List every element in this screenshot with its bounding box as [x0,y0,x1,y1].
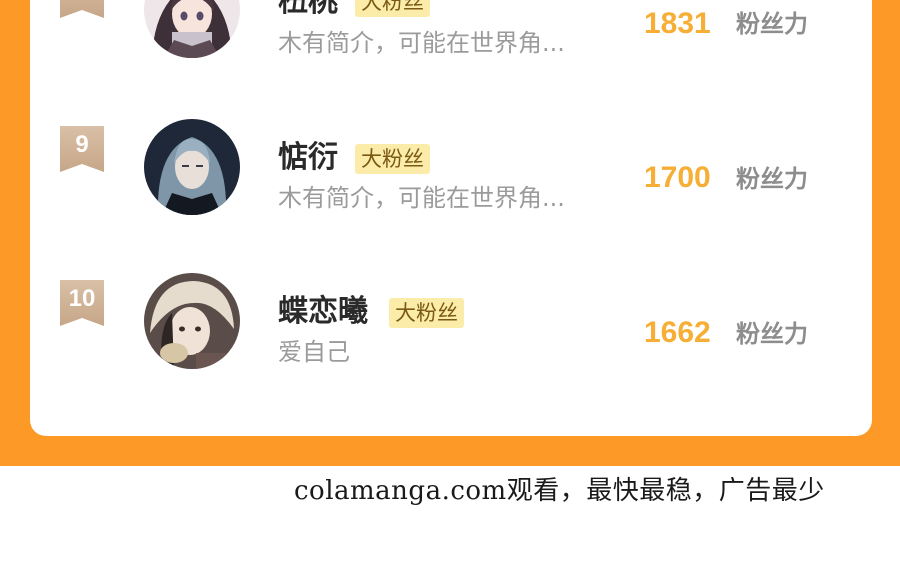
user-name[interactable]: 杻桃 [278,0,338,20]
fan-power-unit: 粉丝力 [736,320,808,348]
site-watermark: colamanga.com观看，最快最稳，广告最少 [294,476,825,506]
user-name[interactable]: 惦衍 [278,140,338,176]
fan-level-badge: 大粉丝 [355,144,430,174]
user-name[interactable]: 蝶恋曦 [278,294,368,330]
rank-number: 10 [68,285,96,312]
ranking-row[interactable]: 8 杻桃 大粉丝 木有简介，可能在世界角... 1831 粉丝力 [30,0,872,70]
user-avatar[interactable] [144,0,240,58]
rank-badge: 8 [60,0,104,18]
fan-level-badge: 大粉丝 [389,298,464,328]
fan-power-unit: 粉丝力 [736,165,808,193]
user-bio: 木有简介，可能在世界角... [278,29,565,57]
rank-badge: 9 [60,126,104,172]
fan-power-unit: 粉丝力 [736,10,808,38]
user-avatar[interactable] [144,119,240,215]
ranking-row[interactable]: 10 蝶恋曦 大粉丝 爱自己 1662 粉丝力 [30,273,872,377]
fan-power-score: 1700 [644,161,711,194]
fan-ranking-card: 8 杻桃 大粉丝 木有简介，可能在世界角... 1831 粉丝力 [30,0,872,436]
user-bio: 爱自己 [278,338,350,366]
user-avatar[interactable] [144,273,240,369]
rank-badge: 10 [60,280,104,326]
fan-level-badge: 大粉丝 [355,0,430,17]
rank-number: 9 [75,131,89,158]
user-bio: 木有简介，可能在世界角... [278,184,565,212]
fan-power-score: 1831 [644,7,711,40]
fan-power-score: 1662 [644,316,711,349]
ranking-row[interactable]: 9 惦衍 大粉丝 木有简介，可能在世界角... 1700 粉丝力 [30,119,872,223]
rank-number: 8 [60,0,104,6]
